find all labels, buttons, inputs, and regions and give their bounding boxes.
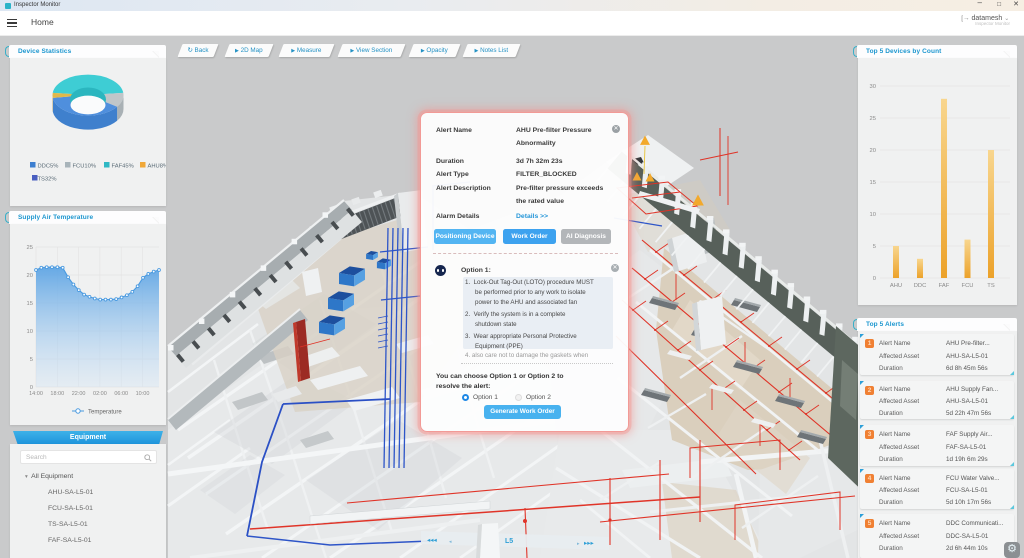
- svg-text:DDC5%: DDC5%: [38, 164, 59, 170]
- svg-text:22:00: 22:00: [72, 391, 86, 397]
- svg-text:10:00: 10:00: [136, 391, 150, 397]
- svg-text:02:00: 02:00: [93, 391, 107, 397]
- svg-text:FAF: FAF: [939, 283, 950, 289]
- svg-text:FCU10%: FCU10%: [73, 164, 97, 170]
- svg-text:15: 15: [27, 301, 33, 307]
- svg-text:14:00: 14:00: [29, 391, 43, 397]
- svg-text:0: 0: [873, 276, 876, 282]
- svg-text:10: 10: [870, 212, 876, 218]
- svg-text:25: 25: [870, 116, 876, 122]
- svg-text:10: 10: [27, 329, 33, 335]
- svg-text:5: 5: [30, 357, 33, 363]
- svg-text:Temperature: Temperature: [88, 410, 122, 416]
- svg-text:TS: TS: [987, 283, 995, 289]
- svg-text:L5: L5: [505, 538, 513, 545]
- svg-text:▸▸▸: ▸▸▸: [584, 540, 595, 547]
- svg-text:FCU: FCU: [962, 283, 974, 289]
- svg-text:06:00: 06:00: [114, 391, 128, 397]
- svg-text:5: 5: [873, 244, 876, 250]
- svg-text:TS32%: TS32%: [38, 177, 57, 183]
- svg-text:AHU8%: AHU8%: [148, 164, 167, 170]
- svg-text:20: 20: [870, 148, 876, 154]
- svg-text:FAF45%: FAF45%: [112, 164, 134, 170]
- svg-text:◂◂◂: ◂◂◂: [427, 537, 438, 544]
- svg-text:18:00: 18:00: [50, 391, 64, 397]
- svg-text:30: 30: [870, 84, 876, 90]
- svg-text:25: 25: [27, 245, 33, 251]
- svg-text:DDC: DDC: [914, 283, 927, 289]
- svg-text:AHU: AHU: [890, 283, 902, 289]
- svg-text:15: 15: [870, 180, 876, 186]
- svg-text:20: 20: [27, 273, 33, 279]
